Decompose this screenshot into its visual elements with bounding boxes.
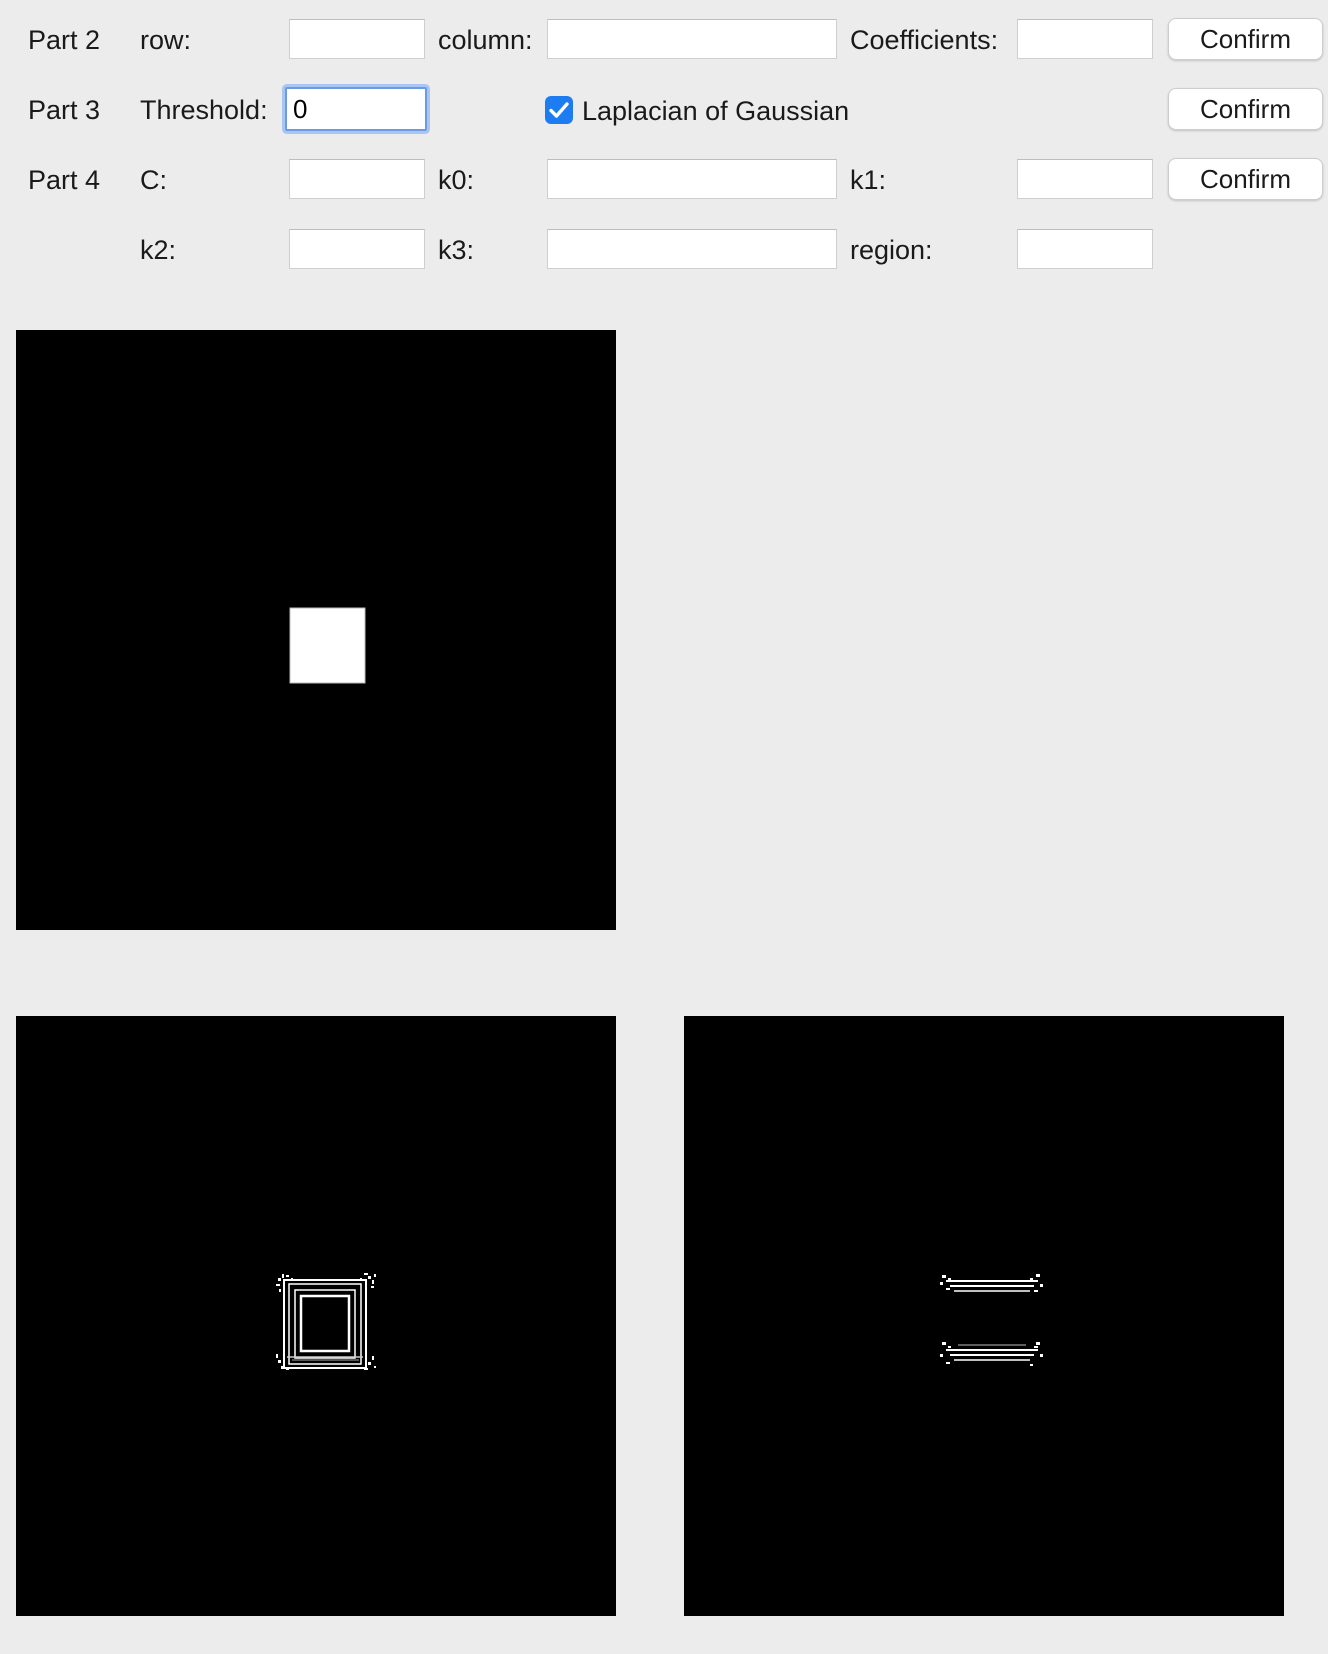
part2-confirm-button[interactable]: Confirm bbox=[1168, 18, 1323, 60]
region-edges-image bbox=[940, 1274, 1043, 1366]
row-label: row: bbox=[140, 25, 192, 55]
region-input[interactable] bbox=[1017, 229, 1153, 269]
row-input[interactable] bbox=[289, 19, 425, 59]
region-label: region: bbox=[850, 235, 933, 265]
part3-label: Part 3 bbox=[28, 95, 101, 125]
c-input[interactable] bbox=[289, 159, 425, 199]
k1-input[interactable] bbox=[1017, 159, 1153, 199]
part2-label: Part 2 bbox=[28, 25, 101, 55]
k2-input[interactable] bbox=[289, 229, 425, 269]
part4-confirm-button[interactable]: Confirm bbox=[1168, 158, 1323, 200]
original-image-panel bbox=[16, 330, 616, 930]
threshold-input[interactable] bbox=[285, 87, 427, 131]
coefficients-label: Coefficients: bbox=[850, 25, 999, 55]
k3-label: k3: bbox=[438, 235, 475, 265]
k0-input[interactable] bbox=[547, 159, 837, 199]
region-edges-panel bbox=[684, 1016, 1284, 1616]
c-label: C: bbox=[140, 165, 167, 195]
column-input[interactable] bbox=[547, 19, 837, 59]
k2-label: k2: bbox=[140, 235, 177, 265]
threshold-label: Threshold: bbox=[140, 95, 268, 125]
checkmark-icon bbox=[549, 102, 569, 118]
k3-input[interactable] bbox=[547, 229, 837, 269]
coefficients-input[interactable] bbox=[1017, 19, 1153, 59]
k1-label: k1: bbox=[850, 165, 887, 195]
log-checkbox[interactable] bbox=[545, 96, 573, 124]
k0-label: k0: bbox=[438, 165, 475, 195]
part3-confirm-button[interactable]: Confirm bbox=[1168, 88, 1323, 130]
log-label[interactable]: Laplacian of Gaussian bbox=[582, 94, 849, 128]
column-label: column: bbox=[438, 25, 533, 55]
app-window: Part 2 row: column: Coefficients: Confir… bbox=[0, 0, 1328, 1654]
log-edges-image bbox=[276, 1273, 376, 1370]
log-edges-panel bbox=[16, 1016, 616, 1616]
part4-label: Part 4 bbox=[28, 165, 101, 195]
original-image bbox=[289, 607, 366, 684]
